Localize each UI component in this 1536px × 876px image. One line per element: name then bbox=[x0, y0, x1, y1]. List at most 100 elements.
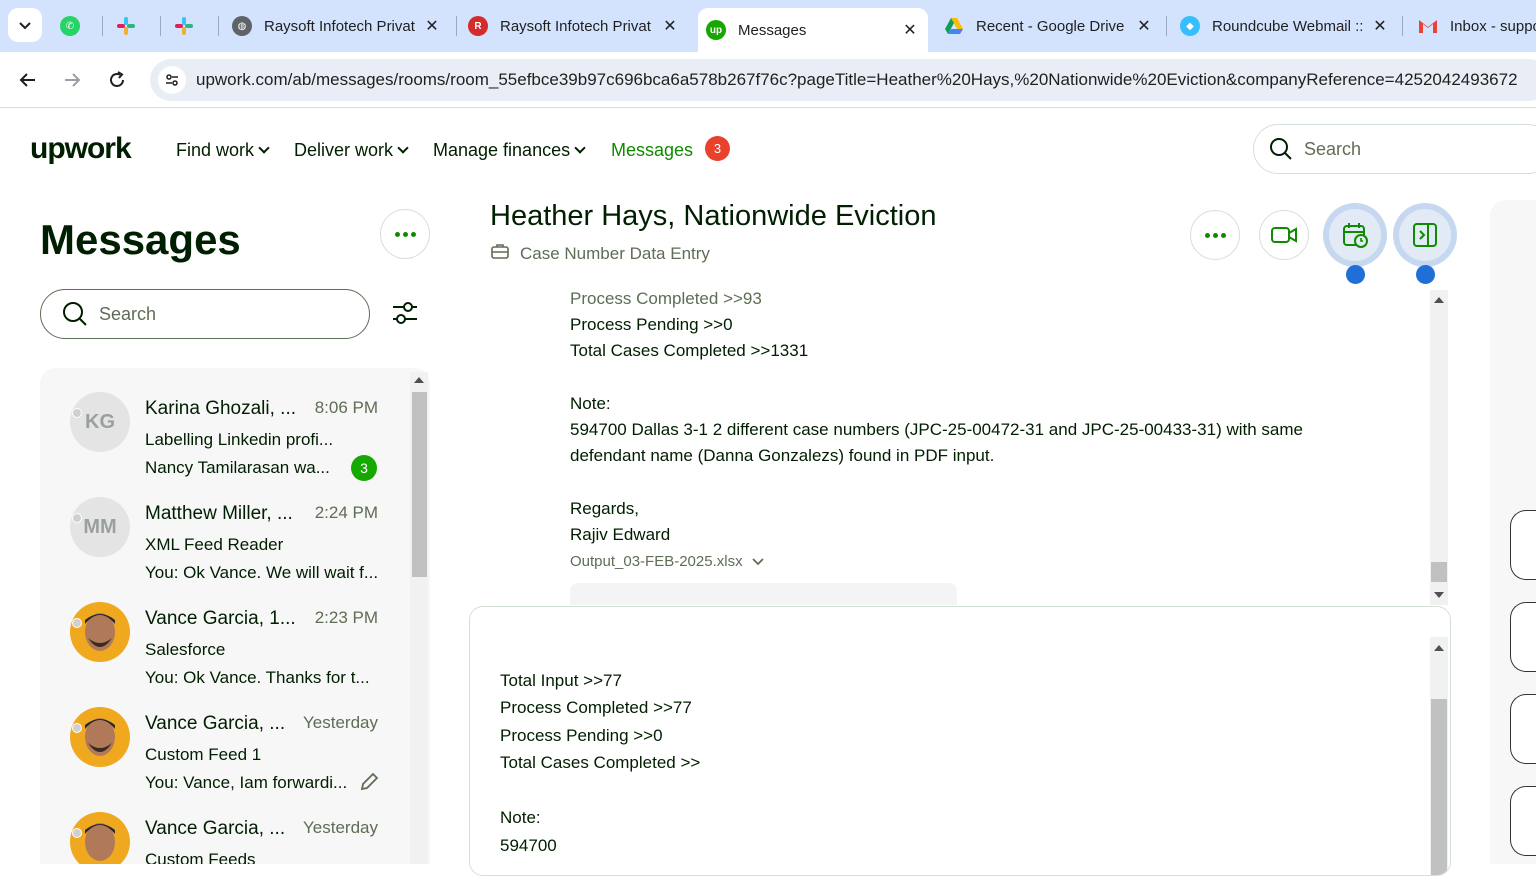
chat-title: Heather Hays, Nationwide Eviction bbox=[490, 200, 937, 232]
composer-line: Process Pending >>0 bbox=[500, 726, 663, 745]
conversation-subject: XML Feed Reader bbox=[145, 535, 284, 554]
avatar: KG bbox=[70, 392, 130, 452]
conversation-item[interactable]: Vance Garcia, ... Yesterday Custom Feeds bbox=[40, 788, 410, 864]
tab-messages[interactable]: up Messages ✕ bbox=[698, 8, 928, 52]
video-camera-icon bbox=[1271, 227, 1297, 243]
scrollbar-thumb[interactable] bbox=[1431, 699, 1447, 875]
conversation-search-input[interactable]: Search bbox=[40, 289, 370, 339]
calendar-clock-icon bbox=[1343, 223, 1368, 248]
nav-manage-finances[interactable]: Manage finances bbox=[433, 140, 586, 161]
chat-subtitle[interactable]: Case Number Data Entry bbox=[520, 244, 710, 264]
side-action-button[interactable] bbox=[1510, 510, 1536, 580]
url-text: upwork.com/ab/messages/rooms/room_55efbc… bbox=[196, 70, 1518, 89]
scroll-up-icon[interactable] bbox=[1434, 645, 1444, 651]
tab-title: Messages bbox=[738, 21, 807, 39]
header-search-input[interactable]: Search bbox=[1253, 124, 1536, 174]
tab-roundcube[interactable]: ◆ Roundcube Webmail :: ✕ bbox=[1172, 8, 1398, 44]
scroll-up-icon[interactable] bbox=[1434, 297, 1444, 303]
close-icon[interactable]: ✕ bbox=[1134, 16, 1154, 36]
person-photo-icon bbox=[85, 823, 115, 861]
tab-slack-1[interactable] bbox=[108, 8, 156, 44]
tab-title: Inbox - suppo bbox=[1450, 17, 1536, 35]
tour-hotspot[interactable] bbox=[1346, 265, 1365, 284]
side-action-button[interactable] bbox=[1510, 786, 1536, 856]
scroll-down-icon[interactable] bbox=[1434, 592, 1444, 598]
scrollbar-thumb[interactable] bbox=[1431, 562, 1447, 582]
upwork-logo[interactable]: upwork bbox=[30, 132, 132, 166]
tour-hotspot[interactable] bbox=[1416, 265, 1435, 284]
browser-tab-bar: ✆ ◍ Raysoft Infotech Privat ✕ R Raysoft … bbox=[0, 0, 1536, 52]
tab-raysoft-2[interactable]: R Raysoft Infotech Privat ✕ bbox=[460, 8, 688, 44]
url-bar[interactable]: upwork.com/ab/messages/rooms/room_55efbc… bbox=[150, 59, 1536, 101]
nav-deliver-work[interactable]: Deliver work bbox=[294, 140, 409, 161]
avatar: MM bbox=[70, 497, 130, 557]
gmail-icon bbox=[1418, 16, 1438, 36]
chevron-down-icon bbox=[19, 22, 31, 30]
reload-button[interactable] bbox=[103, 66, 131, 94]
close-icon[interactable]: ✕ bbox=[900, 20, 920, 40]
upwork-icon: up bbox=[706, 20, 726, 40]
attachment-card[interactable] bbox=[570, 583, 957, 605]
chevron-down-icon bbox=[258, 142, 270, 154]
site-info-icon[interactable] bbox=[158, 66, 186, 94]
conversation-item[interactable]: MM Matthew Miller, ... 2:24 PM XML Feed … bbox=[40, 473, 410, 582]
message-line: Rajiv Edward bbox=[570, 525, 671, 544]
tab-search-button[interactable] bbox=[8, 8, 42, 42]
close-icon[interactable]: ✕ bbox=[422, 16, 442, 36]
person-photo-icon bbox=[85, 613, 115, 651]
conversation-name: Vance Garcia, ... bbox=[145, 713, 286, 734]
scroll-up-icon[interactable] bbox=[414, 377, 424, 383]
conversation-name: Vance Garcia, ... bbox=[145, 818, 286, 839]
message-line: defendant name (Danna Gonzalezs) found i… bbox=[570, 446, 995, 465]
chevron-down-icon bbox=[751, 557, 764, 565]
search-placeholder: Search bbox=[99, 303, 157, 324]
back-button[interactable] bbox=[14, 66, 42, 94]
side-action-button[interactable] bbox=[1510, 602, 1536, 672]
conversation-item[interactable]: KG Karina Ghozali, ... 8:06 PM Labelling… bbox=[40, 368, 410, 481]
forward-button[interactable] bbox=[58, 66, 86, 94]
message-composer[interactable]: Total Input >>77 Process Completed >>77 … bbox=[469, 606, 1451, 876]
chat-more-button[interactable] bbox=[1190, 210, 1240, 260]
conversation-name: Karina Ghozali, ... bbox=[145, 398, 295, 419]
tab-slack-2[interactable] bbox=[166, 8, 214, 44]
search-icon bbox=[1270, 138, 1292, 160]
conversation-subject: Labelling Linkedin profi... bbox=[145, 430, 334, 449]
conversation-item[interactable]: Vance Garcia, ... Yesterday Custom Feed … bbox=[40, 683, 410, 792]
filter-icon[interactable] bbox=[390, 298, 420, 328]
slack-icon bbox=[116, 16, 136, 36]
arrow-right-icon bbox=[65, 73, 81, 87]
composer-line: Total Cases Completed >> bbox=[500, 753, 701, 772]
tab-title: Raysoft Infotech Privat bbox=[500, 17, 651, 35]
conversation-time: Yesterday bbox=[303, 818, 378, 837]
chevron-down-icon bbox=[397, 142, 409, 154]
scrollbar-thumb[interactable] bbox=[412, 392, 427, 577]
slack-icon bbox=[174, 16, 194, 36]
tab-gmail[interactable]: Inbox - suppo bbox=[1410, 8, 1536, 44]
sidebar-more-button[interactable] bbox=[380, 209, 430, 259]
thread-scrollbar[interactable] bbox=[1430, 290, 1448, 605]
conversation-item[interactable]: Vance Garcia, 1... 2:23 PM Salesforce Yo… bbox=[40, 578, 410, 687]
nav-messages[interactable]: Messages bbox=[611, 140, 693, 161]
conversation-time: 2:23 PM bbox=[314, 608, 378, 627]
toggle-details-panel-button[interactable] bbox=[1393, 203, 1457, 267]
message-line: Process Completed >>93 bbox=[570, 289, 762, 308]
conversation-name: Matthew Miller, ... bbox=[145, 503, 293, 524]
avatar bbox=[70, 602, 130, 662]
schedule-meeting-button[interactable] bbox=[1323, 203, 1387, 267]
side-action-button[interactable] bbox=[1510, 694, 1536, 764]
close-icon[interactable]: ✕ bbox=[1370, 16, 1390, 36]
tab-google-drive[interactable]: Recent - Google Drive ✕ bbox=[936, 8, 1162, 44]
message-line: 594700 Dallas 3-1 2 different case numbe… bbox=[570, 420, 1303, 439]
message-line: Process Pending >>0 bbox=[570, 315, 733, 334]
tab-raysoft-1[interactable]: ◍ Raysoft Infotech Privat ✕ bbox=[224, 8, 450, 44]
nav-label: Find work bbox=[176, 140, 255, 160]
site-header: upwork Find work Deliver work Manage fin… bbox=[0, 108, 1536, 192]
video-call-button[interactable] bbox=[1259, 210, 1309, 260]
close-icon[interactable]: ✕ bbox=[660, 16, 680, 36]
tab-whatsapp[interactable]: ✆ bbox=[52, 8, 100, 44]
nav-find-work[interactable]: Find work bbox=[176, 140, 270, 161]
composer-line: 594700 bbox=[500, 836, 557, 855]
tab-title: Roundcube Webmail :: bbox=[1212, 17, 1364, 35]
attachment-toggle[interactable]: Output_03-FEB-2025.xlsx bbox=[570, 553, 765, 570]
whatsapp-icon: ✆ bbox=[60, 16, 80, 36]
